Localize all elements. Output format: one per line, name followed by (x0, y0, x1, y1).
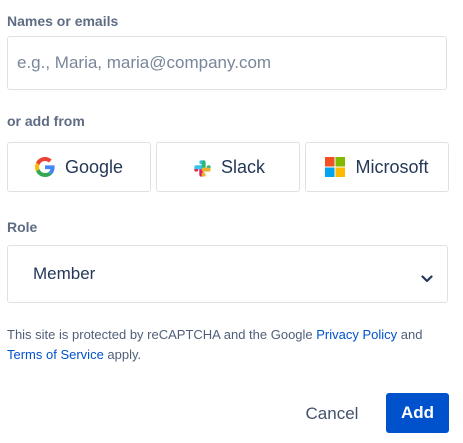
role-label: Role (7, 219, 38, 235)
add-button[interactable]: Add (386, 393, 449, 433)
microsoft-icon (325, 157, 346, 177)
slack-icon (191, 157, 211, 177)
microsoft-button-label: Microsoft (355, 156, 429, 177)
google-button[interactable]: Google (7, 142, 151, 192)
terms-of-service-link[interactable]: Terms of Service (7, 347, 104, 362)
add-from-label: or add from (7, 113, 85, 129)
role-selected-value: Member (33, 264, 96, 283)
legal-text-and: and (397, 327, 423, 342)
microsoft-button[interactable]: Microsoft (305, 142, 449, 192)
slack-button-label: Slack (220, 156, 265, 177)
google-button-label: Google (64, 156, 124, 177)
legal-text: This site is protected by reCAPTCHA and … (7, 327, 317, 342)
names-or-emails-input[interactable] (7, 36, 447, 90)
cancel-button[interactable]: Cancel (297, 395, 367, 433)
recaptcha-notice: This site is protected by reCAPTCHA and … (7, 325, 452, 364)
slack-button[interactable]: Slack (156, 142, 300, 192)
chevron-down-icon (421, 270, 433, 288)
role-select[interactable]: Member (7, 245, 448, 303)
names-or-emails-label: Names or emails (7, 13, 119, 29)
google-icon (34, 157, 55, 177)
privacy-policy-link[interactable]: Privacy Policy (316, 327, 397, 342)
legal-text-apply: apply. (103, 346, 142, 362)
